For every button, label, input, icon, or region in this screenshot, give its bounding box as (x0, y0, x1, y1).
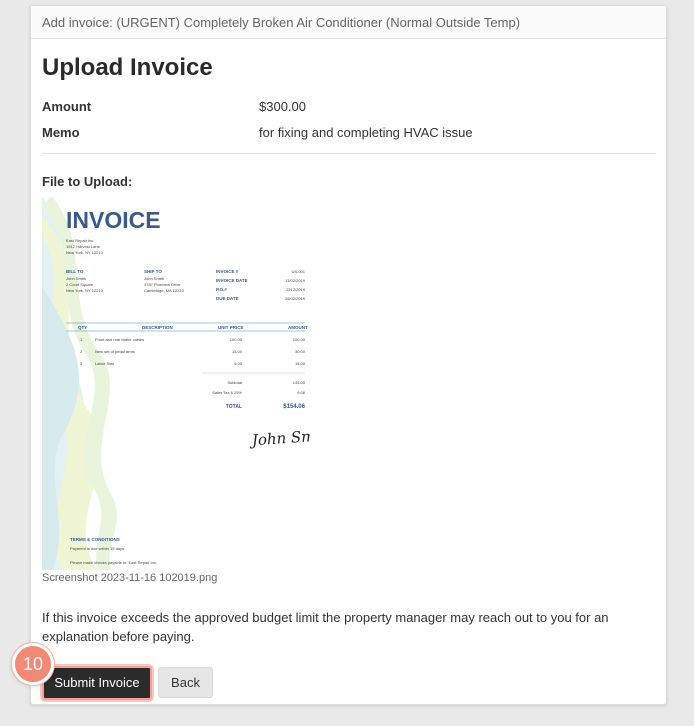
ship-to-label: SHIP TO (144, 269, 162, 274)
tax-value: 9.06 (297, 390, 306, 395)
memo-label: Memo (42, 125, 80, 140)
meta-value: US-001 (291, 269, 305, 274)
invoice-preview-image: INVOICE East Repair Inc. 1912 Harvest La… (42, 196, 310, 570)
terms-line: Please make checks payable to: East Repa… (70, 560, 157, 565)
bill-to-line: New York, NY 12210 (66, 288, 104, 293)
company-line: New York, NY 12210 (66, 250, 104, 255)
file-label: File to Upload: (42, 174, 133, 189)
meta-label: P.O.# (216, 287, 227, 292)
signature: John Smith (248, 426, 310, 450)
tax-label: Sales Tax 6.25% (212, 390, 242, 395)
file-name: Screenshot 2023-11-16 102019.png (42, 572, 218, 584)
table-cell: New set of pedal arms (95, 349, 135, 354)
invoice-card: Add invoice: (URGENT) Completely Broken … (12, 5, 667, 705)
bill-to-line: John Smith (66, 276, 86, 281)
budget-notice: If this invoice exceeds the approved bud… (42, 610, 609, 644)
card-header: Add invoice: (URGENT) Completely Broken … (31, 6, 666, 39)
bill-to-label: BILL TO (66, 269, 84, 274)
table-cell: 5.00 (234, 361, 243, 366)
step-number-badge: 10 (12, 643, 54, 685)
meta-label: DUE DATE (216, 296, 239, 301)
amount-value: $300.00 (259, 99, 306, 114)
meta-value: 2312/2019 (286, 287, 306, 292)
col-header: AMOUNT (288, 325, 308, 330)
table-cell: 100.00 (293, 337, 306, 342)
subtotal-value: 145.00 (293, 380, 306, 385)
ship-to-line: John Smith (144, 276, 164, 281)
bill-to-line: 2 Court Square (66, 282, 94, 287)
table-cell: 2 (80, 349, 83, 354)
subtotal-label: Subtotal (227, 380, 242, 385)
table-cell: Front and rear brake cables (95, 337, 144, 342)
back-button[interactable]: Back (158, 667, 213, 698)
col-header: UNIT PRICE (218, 325, 244, 330)
table-cell: Labor 3hrs (95, 361, 114, 366)
table-cell: 15.00 (295, 361, 306, 366)
col-header: QTY (78, 325, 87, 330)
table-cell: 30.00 (295, 349, 306, 354)
terms-label: TERMS & CONDITIONS (70, 537, 120, 542)
page-title: Upload Invoice (42, 54, 213, 81)
table-cell: 3 (80, 361, 83, 366)
ship-to-line: Cambridge, MA 12210 (144, 288, 185, 293)
amount-label: Amount (42, 99, 92, 114)
ship-to-line: 3787 Pineview Drive (144, 282, 181, 287)
meta-value: 11/02/2019 (285, 278, 305, 283)
total-value: $154.06 (283, 404, 305, 410)
meta-label: INVOICE DATE (216, 278, 248, 283)
memo-value: for fixing and completing HVAC issue (259, 125, 473, 140)
col-header: DESCRIPTION (142, 325, 173, 330)
invoice-image-title: INVOICE (66, 207, 161, 233)
meta-label: INVOICE # (216, 269, 239, 274)
meta-value: 26/02/2019 (285, 296, 306, 301)
table-cell: 100.00 (230, 337, 243, 342)
table-cell: 15.00 (232, 349, 243, 354)
terms-line: Payment is due within 15 days (70, 546, 124, 551)
submit-invoice-button[interactable]: Submit Invoice (42, 666, 152, 700)
invoice-preview-svg: INVOICE East Repair Inc. 1912 Harvest La… (42, 196, 310, 570)
company-line: 1912 Harvest Lane (66, 244, 101, 249)
total-label: TOTAL (226, 404, 242, 410)
divider (42, 153, 656, 154)
company-line: East Repair Inc. (66, 238, 94, 243)
